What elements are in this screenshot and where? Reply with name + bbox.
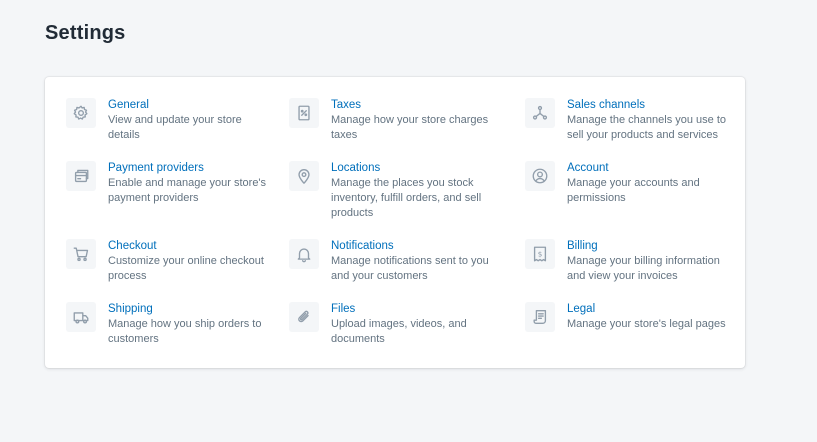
channels-icon [525,98,555,128]
settings-item-description: Manage your store's legal pages [567,318,726,330]
cart-icon [66,239,96,269]
receipt-percent-icon [289,98,319,128]
document-icon [525,302,555,332]
settings-item-title: Payment providers [108,162,204,174]
settings-item-title: Shipping [108,303,153,315]
settings-item-title: Taxes [331,99,362,111]
settings-item-description: Manage how you ship orders to customers [108,318,262,345]
page-title: Settings [45,22,126,44]
settings-item-title: Account [567,162,609,174]
settings-item-title: Sales channels [567,99,645,111]
settings-item-description: Upload images, videos, and documents [331,318,467,345]
profile-icon [525,161,555,191]
settings-item-description: Enable and manage your store's payment p… [108,177,267,204]
settings-item-title: Billing [567,240,598,252]
settings-item-description: Manage your billing information and view… [567,255,720,282]
location-pin-icon [289,161,319,191]
settings-item-title: Notifications [331,240,394,252]
settings-item-description: Manage the places you stock inventory, f… [331,177,482,219]
settings-card: General View and update your store detai… [45,77,745,368]
settings-item-description: Manage how your store charges taxes [331,114,489,141]
settings-item-title: Checkout [108,240,157,252]
settings-item-title: Legal [567,303,596,315]
settings-item-title: Locations [331,162,381,174]
paperclip-icon [289,302,319,332]
settings-item-description: View and update your store details [108,114,242,141]
invoice-dollar-icon: $ [525,239,555,269]
bell-icon [289,239,319,269]
truck-icon [66,302,96,332]
settings-item-title: General [108,99,149,111]
settings-item-description: Manage the channels you use to sell your… [567,114,727,141]
gear-icon [66,98,96,128]
settings-item-description: Customize your online checkout process [108,255,264,282]
settings-item-description: Manage notifications sent to you and you… [331,255,489,282]
settings-item-description: Manage your accounts and permissions [567,177,700,204]
svg-text:$: $ [538,249,543,258]
settings-item-title: Files [331,303,356,315]
credit-card-icon [66,161,96,191]
